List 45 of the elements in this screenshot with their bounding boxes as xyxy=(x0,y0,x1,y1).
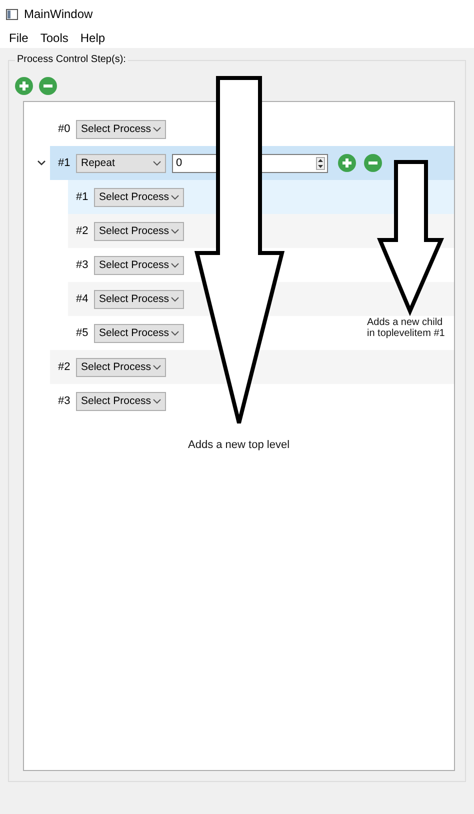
step-number: #4 xyxy=(76,293,90,305)
process-dropdown[interactable]: Select Process xyxy=(94,256,184,274)
spinner-arrows-icon[interactable] xyxy=(316,156,325,170)
caret-icon xyxy=(153,160,161,166)
caret-icon xyxy=(171,262,179,268)
annotation-text: Adds a new top level xyxy=(188,438,290,453)
step-number: #2 xyxy=(58,361,72,373)
caret-icon xyxy=(153,126,161,132)
step-number: #3 xyxy=(76,259,90,271)
caret-icon xyxy=(171,330,179,336)
item-add-button[interactable] xyxy=(338,154,356,172)
process-dropdown[interactable]: Repeat xyxy=(76,154,166,172)
menu-item[interactable]: Help xyxy=(75,31,110,45)
caret-icon xyxy=(171,228,179,234)
window-title: MainWindow xyxy=(24,7,93,21)
caret-icon xyxy=(153,398,161,404)
add-icon xyxy=(15,77,33,95)
item-remove-button[interactable] xyxy=(364,154,382,172)
process-dropdown[interactable]: Select Process xyxy=(94,188,184,206)
process-dropdown[interactable]: Select Process xyxy=(94,290,184,308)
group-title: Process Control Step(s): xyxy=(15,54,128,65)
toolbar-remove-button[interactable] xyxy=(39,77,57,95)
process-dropdown[interactable]: Select Process xyxy=(76,120,166,138)
app-icon xyxy=(6,8,18,20)
step-number: #0 xyxy=(58,123,72,135)
add-icon xyxy=(338,154,356,172)
step-number: #2 xyxy=(76,225,90,237)
process-dropdown[interactable]: Select Process xyxy=(76,392,166,410)
process-dropdown[interactable]: Select Process xyxy=(76,358,166,376)
tree-row[interactable]: #2 Select Process xyxy=(50,350,454,384)
annotation-text: Adds a new child in toplevelitem #1 xyxy=(367,317,446,339)
remove-icon xyxy=(364,154,382,172)
step-number: #1 xyxy=(76,191,90,203)
menu-item[interactable]: Tools xyxy=(35,31,74,45)
process-dropdown[interactable]: Select Process xyxy=(94,222,184,240)
caret-icon xyxy=(153,364,161,370)
caret-icon xyxy=(171,194,179,200)
toolbar-add-button[interactable] xyxy=(15,77,33,95)
menu-item[interactable]: File xyxy=(4,31,34,45)
remove-icon xyxy=(39,77,57,95)
step-number: #3 xyxy=(58,395,72,407)
step-number: #1 xyxy=(58,157,72,169)
step-number: #5 xyxy=(76,327,90,339)
process-dropdown[interactable]: Select Process xyxy=(94,324,184,342)
caret-icon xyxy=(171,296,179,302)
